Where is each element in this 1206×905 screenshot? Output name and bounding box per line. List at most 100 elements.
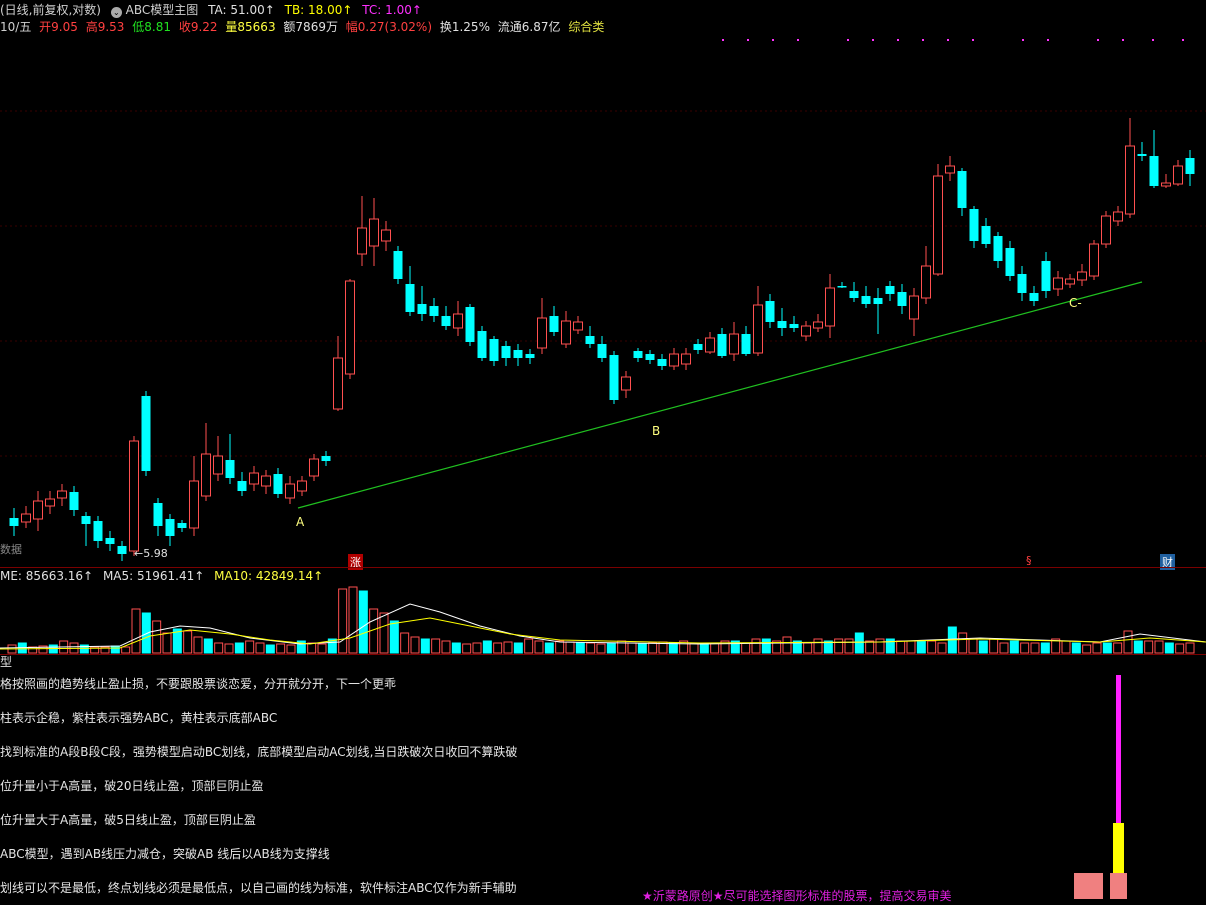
candle [1113, 206, 1123, 226]
signal-marker [922, 39, 924, 41]
volume-bar [596, 643, 606, 654]
dropdown-icon[interactable]: ⌄ [110, 7, 122, 18]
candle [1161, 174, 1171, 188]
candle [825, 274, 835, 338]
candle [237, 472, 247, 496]
volume-bar [131, 608, 141, 654]
footer-note: ★沂蒙路原创★尽可能选择图形标准的股票，提高交易审美 [642, 889, 952, 903]
candle [177, 520, 187, 532]
volume-bar [214, 642, 224, 654]
volume-bar [999, 642, 1009, 654]
candle [309, 454, 319, 481]
candle [921, 246, 931, 304]
volume-bar [1133, 640, 1143, 654]
volume-bar [627, 642, 637, 654]
candle [1089, 240, 1099, 280]
volume-bar [1092, 642, 1102, 654]
candle [717, 328, 727, 358]
signal-marker [847, 39, 849, 41]
candle [585, 326, 595, 348]
candle [9, 508, 19, 536]
volume-bar [410, 636, 420, 654]
chart-mode[interactable]: (日线,前复权,对数) [0, 2, 101, 18]
candle [285, 476, 295, 504]
volume-chart[interactable] [0, 582, 1206, 654]
candle [477, 326, 487, 361]
volume-bar [741, 642, 751, 654]
candle [1125, 118, 1135, 218]
candle [441, 306, 451, 330]
volume-bar [513, 642, 523, 654]
quote-category[interactable]: 综合类 [568, 19, 604, 35]
volume-bar [493, 642, 503, 654]
candle [201, 423, 211, 501]
volume-bar [916, 640, 926, 654]
note-line-4: 位升量小于A高量，破20日线止盈，顶部巨阴止盈 [0, 779, 264, 793]
volume-bar [606, 642, 616, 654]
candle [1041, 252, 1051, 298]
event-tag-s[interactable]: § [1026, 554, 1032, 567]
signal-marker [897, 39, 899, 41]
volume-bar [803, 642, 813, 654]
candle [645, 350, 655, 364]
volume-bar [472, 642, 482, 654]
signal-bar-purple [1116, 675, 1121, 823]
volume-bar [482, 640, 492, 654]
candle [69, 486, 79, 516]
signal-marker [972, 39, 974, 41]
volume-bar [989, 638, 999, 654]
candle [777, 308, 787, 336]
candle [525, 349, 535, 364]
candle [333, 336, 343, 411]
candle [321, 451, 331, 466]
candle [189, 456, 199, 536]
volume-bar [1113, 642, 1123, 654]
candle [453, 301, 463, 336]
signal-marker [722, 39, 724, 41]
candle [405, 266, 415, 316]
indicator-title[interactable]: ⌄ ABC模型主图 [110, 2, 198, 18]
candle [1173, 160, 1183, 186]
candle [597, 336, 607, 362]
point-b-label: B [652, 424, 661, 438]
signal-marker [797, 39, 799, 41]
volume-bar [761, 638, 771, 654]
candle [297, 476, 307, 496]
divider [0, 654, 1206, 655]
candle [1185, 150, 1195, 186]
candle [489, 336, 499, 366]
sub-panel-title: 型 [0, 655, 13, 669]
candle [129, 436, 139, 556]
volume-bar [462, 643, 472, 654]
candle [789, 316, 799, 332]
candle [981, 218, 991, 248]
volume-bar [699, 642, 709, 654]
quote-low: 低8.81 [132, 20, 172, 34]
candle [213, 436, 223, 481]
candle [105, 531, 115, 551]
signal-bar-yellow [1113, 823, 1124, 873]
volume-bar [896, 640, 906, 654]
candle [729, 322, 739, 361]
volume-bar [1071, 642, 1081, 654]
candle [609, 351, 619, 404]
candle [849, 282, 859, 302]
candle [837, 282, 847, 288]
volume-bar [1061, 640, 1071, 654]
candlestick-chart[interactable] [0, 36, 1206, 568]
volume-bar [245, 640, 255, 654]
volume-bar [152, 620, 162, 654]
volume-bar [689, 642, 699, 654]
volume-bar [1175, 643, 1185, 654]
note-line-6: ABC模型，遇到AB线压力减仓，突破AB 线后以AB线为支撑线 [0, 847, 330, 861]
volume-bar [978, 640, 988, 654]
volume-bar [348, 586, 358, 654]
signal-box-pink [1074, 873, 1103, 899]
candle [657, 354, 667, 370]
candle [45, 491, 55, 514]
candle [261, 470, 271, 494]
volume-bar [854, 632, 864, 654]
candle [1077, 264, 1087, 286]
candle [813, 314, 823, 332]
trend-line-abc[interactable] [297, 281, 1143, 509]
